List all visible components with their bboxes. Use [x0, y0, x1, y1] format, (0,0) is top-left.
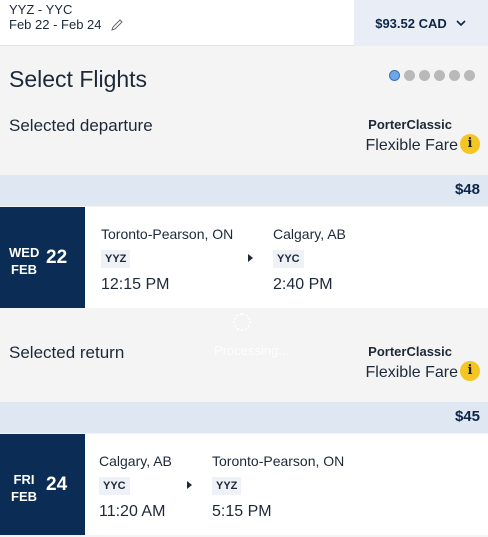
return-depart-time: 11:20 AM [99, 503, 166, 520]
departure-depart-time: 12:15 PM [101, 276, 170, 293]
edit-pencil-icon[interactable] [110, 18, 124, 32]
progress-step-dot [389, 70, 400, 81]
return-origin-city: Calgary, AB [99, 453, 172, 469]
departure-fare-info-icon[interactable]: i [460, 134, 480, 154]
selected-return-label: Selected return [9, 343, 125, 362]
departure-fare-type: Flexible Fare [365, 137, 458, 154]
departure-dest-code: YYC [273, 250, 304, 268]
departure-weekday-month: WED FEB [9, 244, 39, 278]
departure-price-bar: $48 [0, 175, 488, 206]
progress-step-dot [434, 70, 445, 81]
departure-arrive-time: 2:40 PM [273, 276, 333, 293]
return-weekday: FRI [13, 472, 35, 487]
flight-direction-arrow-icon [187, 481, 192, 489]
trip-route: YYZ - YYC [9, 2, 73, 17]
progress-indicator [389, 70, 475, 81]
return-month: FEB [11, 489, 37, 504]
return-fare-info-icon[interactable]: i [460, 361, 480, 381]
departure-flight-card[interactable]: WED FEB 22 Toronto-Pearson, ON YYZ 12:15… [0, 207, 488, 308]
return-fare-type: Flexible Fare [365, 364, 458, 381]
return-dest-code: YYZ [212, 477, 242, 495]
loading-spinner-icon [233, 313, 251, 331]
return-date-block: FRI FEB 24 [0, 434, 85, 535]
return-day: 24 [46, 474, 68, 495]
return-price-bar: $45 [0, 402, 488, 433]
departure-fare-brand: PorterClassic [368, 117, 452, 132]
progress-step-dot [464, 70, 475, 81]
departure-day: 22 [46, 247, 68, 268]
progress-step-dot [449, 70, 460, 81]
return-price: $45 [454, 408, 480, 425]
departure-origin-city: Toronto-Pearson, ON [101, 226, 234, 242]
return-dest-city: Toronto-Pearson, ON [212, 453, 345, 469]
departure-origin-code: YYZ [101, 250, 131, 268]
departure-dest-city: Calgary, AB [273, 226, 346, 242]
departure-price: $48 [454, 181, 480, 198]
processing-text: Processing... [214, 343, 290, 358]
progress-step-dot [404, 70, 415, 81]
return-origin-code: YYC [99, 477, 130, 495]
total-price-dropdown[interactable]: $93.52 CAD [354, 0, 488, 46]
return-flight-card[interactable]: FRI FEB 24 Calgary, AB YYC 11:20 AM Toro… [0, 434, 488, 535]
return-weekday-month: FRI FEB [9, 471, 39, 505]
departure-weekday: WED [9, 245, 40, 260]
total-price: $93.52 CAD [375, 15, 447, 31]
return-fare-brand: PorterClassic [368, 344, 452, 359]
selected-departure-label: Selected departure [9, 116, 153, 135]
return-arrive-time: 5:15 PM [212, 503, 272, 520]
trip-summary-bar: YYZ - YYC Feb 22 - Feb 24 $93.52 CAD [0, 0, 488, 46]
flight-direction-arrow-icon [248, 254, 253, 262]
departure-month: FEB [11, 262, 37, 277]
progress-step-dot [419, 70, 430, 81]
trip-dates-text: Feb 22 - Feb 24 [9, 17, 102, 32]
trip-dates[interactable]: Feb 22 - Feb 24 [9, 17, 124, 32]
departure-date-block: WED FEB 22 [0, 207, 85, 308]
page-title: Select Flights [9, 66, 148, 92]
chevron-down-icon [455, 17, 467, 29]
